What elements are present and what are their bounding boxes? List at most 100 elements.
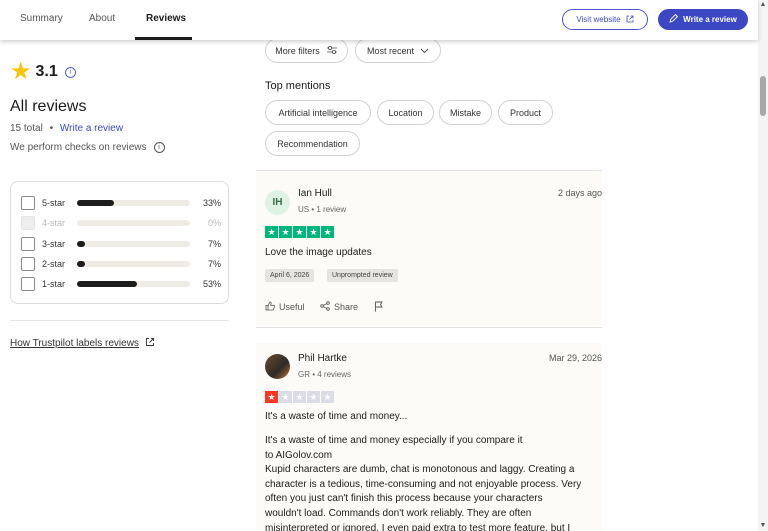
star-icon: ★ — [279, 391, 292, 403]
rating-bar-fill — [77, 240, 85, 247]
reviewer-meta: GR • 4 reviews — [298, 370, 352, 379]
checkbox-5-star[interactable] — [21, 195, 35, 210]
star-icon: ★ — [293, 391, 306, 403]
how-labels-reviews-link[interactable]: How Trustpilot labels reviews — [10, 337, 155, 350]
star-icon: ★ — [265, 391, 278, 403]
flag-button[interactable] — [374, 301, 384, 314]
total-count: 15 total — [10, 123, 43, 134]
reviewer-name[interactable]: Phil Hartke — [298, 353, 347, 364]
flag-icon — [374, 301, 384, 314]
star-icon: ★ — [307, 391, 320, 403]
dist-label: 5-star — [42, 197, 66, 208]
reviewer-name[interactable]: Ian Hull — [298, 188, 332, 199]
avatar[interactable]: IH — [265, 190, 290, 215]
star-icon: ★ — [10, 58, 32, 85]
mention-chip[interactable]: Location — [377, 100, 434, 125]
star-icon: ★ — [265, 226, 278, 238]
tab-about[interactable]: About — [89, 13, 115, 24]
thumbs-up-icon — [265, 301, 275, 313]
labels-link-text: How Trustpilot labels reviews — [10, 338, 139, 349]
filter-sliders-icon — [326, 45, 338, 57]
share-button[interactable]: Share — [320, 301, 358, 313]
review-checks-text: We perform checks on reviews — [10, 142, 147, 153]
rating-bar-fill — [77, 280, 137, 287]
total-reviews-line: 15 total • Write a review — [10, 123, 123, 134]
write-review-link[interactable]: Write a review — [60, 123, 123, 134]
pencil-icon — [669, 13, 679, 25]
info-icon[interactable]: i — [64, 66, 76, 78]
active-tab-indicator — [135, 37, 192, 40]
rating-bar-fill — [77, 260, 85, 267]
review-date-tag: April 6, 2026 — [265, 269, 315, 282]
useful-label: Useful — [279, 302, 305, 312]
dist-label: 1-star — [42, 278, 66, 289]
rating-filter-1-star[interactable]: 1-star 53% — [21, 276, 221, 291]
star-rating: ★ ★ ★ ★ ★ — [265, 391, 334, 403]
scroll-up-arrow-icon[interactable]: ▲ — [758, 0, 768, 10]
top-mentions-title: Top mentions — [265, 80, 331, 92]
visit-website-button[interactable]: Visit website — [562, 9, 648, 30]
review-title[interactable]: Love the image updates — [265, 247, 372, 258]
dist-label: 4-star — [42, 217, 66, 228]
rating-filter-5-star[interactable]: 5-star 33% — [21, 195, 221, 210]
rating-bar-fill — [77, 199, 115, 206]
separator-dot: • — [49, 123, 54, 134]
checkbox-4-star — [21, 215, 35, 230]
review-date: 2 days ago — [557, 188, 602, 198]
rating-bar-track — [77, 280, 190, 287]
review-date: Mar 29, 2026 — [548, 353, 602, 363]
top-navigation: Summary About Reviews Visit website Writ… — [0, 0, 758, 40]
mention-chip[interactable]: Artificial intelligence — [265, 100, 371, 125]
share-icon — [320, 301, 330, 313]
reviewer-meta: US • 1 review — [298, 205, 347, 214]
dist-percent: 7% — [207, 258, 221, 269]
page-scrollbar[interactable]: ▲ ▼ — [758, 0, 768, 531]
star-icon: ★ — [279, 226, 292, 238]
rating-filter-4-star: 4-star 0% — [21, 215, 221, 230]
rating-bar-track — [77, 219, 190, 226]
info-icon[interactable]: i — [153, 142, 165, 153]
rating-filter-2-star[interactable]: 2-star 7% — [21, 256, 221, 271]
mention-chip[interactable]: Recommendation — [265, 131, 360, 156]
checkbox-1-star[interactable] — [21, 276, 35, 291]
avatar[interactable] — [265, 354, 290, 379]
all-reviews-heading: All reviews — [10, 98, 87, 115]
checkbox-3-star[interactable] — [21, 236, 35, 251]
divider — [10, 320, 229, 321]
divider — [256, 327, 602, 328]
star-icon: ★ — [321, 391, 334, 403]
star-rating: ★ ★ ★ ★ ★ — [265, 226, 334, 238]
chevron-down-icon — [420, 46, 429, 56]
write-review-button[interactable]: Write a review — [658, 9, 748, 30]
dist-percent: 33% — [202, 197, 221, 208]
review-body: It's a waste of time and money especiall… — [265, 435, 582, 531]
star-icon: ★ — [293, 226, 306, 238]
mention-chip[interactable]: Product — [498, 100, 553, 125]
dist-percent: 0% — [207, 217, 221, 228]
rating-value: 3.1 — [35, 63, 58, 80]
mention-chip[interactable]: Mistake — [439, 100, 492, 125]
scroll-down-arrow-icon[interactable]: ▼ — [758, 521, 768, 531]
rating-distribution: 5-star 33% 4-star 0% 3-star 7% 2-star 7%… — [10, 181, 229, 304]
dist-label: 3-star — [42, 238, 66, 249]
dist-percent: 7% — [207, 238, 221, 249]
review-title[interactable]: It's a waste of time and money... — [265, 411, 407, 422]
external-link-icon — [626, 15, 634, 25]
useful-button[interactable]: Useful — [265, 301, 305, 313]
star-icon: ★ — [307, 226, 320, 238]
more-filters-label: More filters — [275, 45, 320, 56]
more-filters-button[interactable]: More filters — [265, 38, 348, 63]
sort-label: Most recent — [366, 45, 415, 56]
dist-label: 2-star — [42, 258, 66, 269]
overall-rating: ★ 3.1 i — [10, 58, 76, 85]
tab-summary[interactable]: Summary — [20, 13, 63, 24]
unprompted-review-tag: Unprompted review — [327, 269, 398, 282]
scrollbar-thumb[interactable] — [760, 76, 766, 116]
rating-filter-3-star[interactable]: 3-star 7% — [21, 236, 221, 251]
checkbox-2-star[interactable] — [21, 256, 35, 271]
share-label: Share — [334, 302, 359, 312]
tab-reviews[interactable]: Reviews — [146, 13, 186, 24]
sort-dropdown[interactable]: Most recent — [355, 38, 441, 63]
rating-bar-track — [77, 199, 190, 206]
visit-website-label: Visit website — [576, 15, 621, 24]
